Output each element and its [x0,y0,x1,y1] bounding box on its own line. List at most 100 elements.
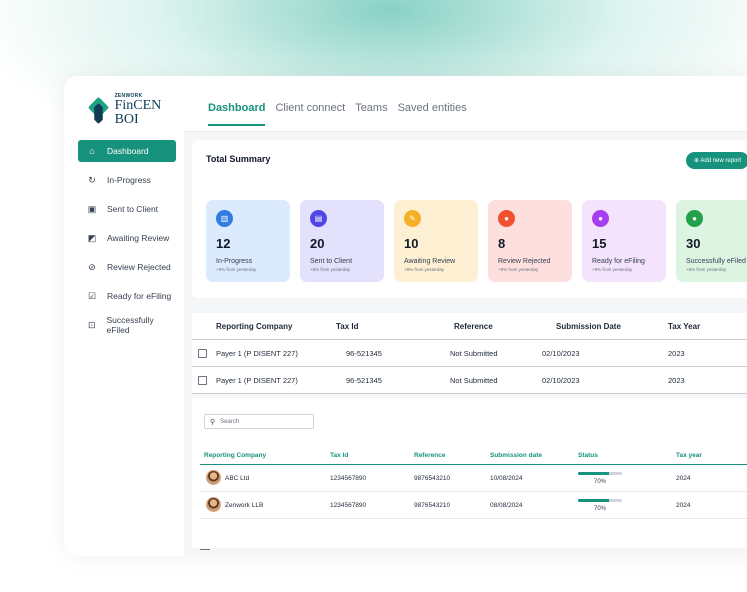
tab-teams[interactable]: Teams [355,102,387,126]
cell-tax-id: 96-521345 [346,348,382,358]
row-checkbox[interactable] [198,348,207,358]
cell-tax-year: 2023 [668,348,685,358]
tab-dashboard[interactable]: Dashboard [208,102,266,126]
summary-card[interactable]: ● 8 Review Rejected +8% from yesterday [488,200,572,282]
table-row[interactable]: ABC Ltd 1234567890 9876543210 10/08/2024… [200,465,747,492]
avatar [206,470,221,485]
column-header-tax-year[interactable]: Tax year [676,452,702,459]
cell-tax-year: 2024 [676,502,691,509]
top-nav: Dashboard Client connect Teams Saved ent… [184,76,747,132]
card-subtext: +8% from yesterday [310,267,351,272]
sidebar-item-label: Ready for eFiling [107,291,172,301]
cell-submission-date: 10/08/2024 [490,475,523,482]
summary-title: Total Summary [206,154,271,164]
card-value: 8 [498,236,506,251]
cell-reference: 9876543210 [414,502,451,509]
table-row[interactable]: Zenwork LLB 1234567890 9876543210 08/08/… [200,492,747,519]
cell-company: ABC Ltd [225,475,250,482]
sidebar-item-label: In-Progress [107,175,151,185]
cell-company: Payer 1 (P DISENT 227) [216,348,298,358]
card-value: 12 [216,236,231,251]
summary-card[interactable]: ▤ 20 Sent to Client +8% from yesterday [300,200,384,282]
brand-logo[interactable]: ZENWORK FinCEN BOI [87,94,184,127]
review-icon: ◩ [87,232,97,243]
sidebar-item-awaiting-review[interactable]: ◩ Awaiting Review [78,227,176,249]
summary-card[interactable]: ● 30 Successfully eFiled +8% from yesterday [676,200,747,282]
search-placeholder: Search [220,418,240,425]
cell-reference: Not Submitted [450,375,498,385]
users-icon: ● [592,210,609,227]
sidebar-item-ready-for-efiling[interactable]: ☑ Ready for eFiling [78,285,176,307]
tab-client-connect[interactable]: Client connect [275,102,345,126]
cell-submission-date: 02/10/2023 [542,375,580,385]
chart-icon: ▥ [216,210,233,227]
card-value: 20 [310,236,325,251]
efiled-icon: ⊡ [87,319,96,330]
sidebar-item-successfully-efiled[interactable]: ⊡ Successfully eFiled [78,314,176,336]
reports-table: Reporting Company Tax Id Reference Submi… [192,313,747,394]
pencil-icon: ✎ [404,210,421,227]
user-x-icon: ● [498,210,515,227]
summary-card[interactable]: ✎ 10 Awaiting Review +8% from yesterday [394,200,478,282]
column-header-tax-id[interactable]: Tax Id [330,452,348,459]
status-progress-bar [578,472,622,475]
sidebar-item-review-rejected[interactable]: ⊘ Review Rejected [78,256,176,278]
card-subtext: +8% from yesterday [216,267,257,272]
card-subtext: +8% from yesterday [686,267,727,272]
sidebar-item-in-progress[interactable]: ↻ In-Progress [78,169,176,191]
status-percent: 70% [594,479,607,485]
summary-card[interactable]: ● 15 Ready for eFiling +8% from yesterday [582,200,666,282]
summary-card[interactable]: ▥ 12 In-Progress +8% from yesterday [206,200,290,282]
sidebar-item-label: Awaiting Review [107,233,170,243]
card-subtext: +8% from yesterday [498,267,539,272]
table-header-row: Reporting Company Tax Id Reference Submi… [192,313,747,340]
card-label: In-Progress [216,258,253,265]
cell-tax-id: 96-521345 [346,375,382,385]
row-checkbox[interactable] [198,375,207,385]
sidebar-nav: ⌂ Dashboard ↻ In-Progress ▣ Sent to Clie… [78,140,176,343]
file-check-icon: ☑ [87,290,97,301]
document-icon: ▤ [310,210,327,227]
cell-company: Payer 1 (P DISENT 227) [216,375,298,385]
progress-fill [578,499,609,502]
column-header-tax-id[interactable]: Tax Id [336,322,359,331]
column-header-tax-year[interactable]: Tax Year [668,322,700,331]
search-input[interactable]: ⚲ Search [204,414,314,429]
tab-saved-entities[interactable]: Saved entities [398,102,467,126]
app-window: ZENWORK FinCEN BOI ⌂ Dashboard ↻ In-Prog… [64,76,747,556]
ban-icon: ⊘ [88,261,96,272]
card-label: Awaiting Review [404,258,456,265]
add-new-report-button[interactable]: ⊕ Add new report [686,152,747,169]
status-progress-bar [578,499,622,502]
sidebar-item-label: Review Rejected [107,262,171,272]
card-value: 30 [686,236,701,251]
sidebar-item-label: Successfully eFiled [106,315,154,335]
search-icon: ⚲ [210,418,216,426]
status-percent: 70% [594,506,607,512]
column-header-company[interactable]: Reporting Company [216,322,292,331]
table-row[interactable]: Payer 1 (P DISENT 227) 96-521345 Not Sub… [192,340,747,367]
cell-tax-year: 2023 [668,375,685,385]
cell-submission-date: 02/10/2023 [542,348,580,358]
column-header-status[interactable]: Status [578,452,598,459]
total-summary-panel: Total Summary ⊕ Add new report ▥ 12 In-Pro… [192,140,747,298]
card-subtext: +8% from yesterday [592,267,633,272]
sidebar-item-sent-to-client[interactable]: ▣ Sent to Client [78,198,176,220]
column-header-submission-date[interactable]: Submission Date [556,322,621,331]
column-header-reference[interactable]: Reference [454,322,493,331]
column-header-company[interactable]: Reporting Company [204,452,266,459]
cell-reference: Not Submitted [450,348,498,358]
tab-bar: Dashboard Client connect Teams Saved ent… [208,102,477,126]
cell-submission-date: 08/08/2024 [490,502,523,509]
column-header-submission-date[interactable]: Submission date [490,452,542,459]
column-header-reference[interactable]: Reference [414,452,445,459]
table-header-row: Reporting Company Tax Id Reference Submi… [200,445,747,465]
home-icon: ⌂ [89,146,95,156]
sidebar: ZENWORK FinCEN BOI ⌂ Dashboard ↻ In-Prog… [64,76,184,556]
cell-reference: 9876543210 [414,475,451,482]
table-row[interactable]: Payer 1 (P DISENT 227) 96-521345 Not Sub… [192,367,747,394]
sidebar-item-dashboard[interactable]: ⌂ Dashboard [78,140,176,162]
card-label: Successfully eFiled [686,258,746,265]
main-content: Dashboard Client connect Teams Saved ent… [184,76,747,556]
card-value: 15 [592,236,607,251]
